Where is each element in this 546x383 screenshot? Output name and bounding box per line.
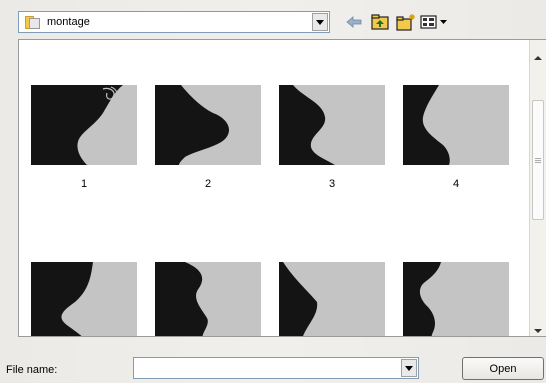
open-button[interactable]: Open <box>462 357 544 380</box>
thumbnail-label-3: 3 <box>328 178 336 190</box>
up-one-level-button[interactable] <box>370 12 390 32</box>
edge-profile-8-image <box>403 262 509 336</box>
edge-profile-5-image <box>31 262 137 336</box>
thumbnail-label-2: 2 <box>204 178 212 190</box>
file-list-pane[interactable]: 1 2 3 4 <box>18 39 546 337</box>
file-name-label: File name: <box>6 364 58 376</box>
file-name-combo[interactable] <box>133 357 419 379</box>
scrollbar-thumb[interactable] <box>532 100 544 220</box>
thumbnail-2[interactable] <box>155 85 261 165</box>
thumbnail-7[interactable] <box>279 262 385 336</box>
back-button[interactable] <box>345 12 363 32</box>
edge-profile-4-image <box>403 85 509 165</box>
edge-profile-1-image <box>31 85 137 165</box>
edge-profile-2-image <box>155 85 261 165</box>
look-in-folder-name: montage <box>47 16 90 28</box>
edge-profile-6-image <box>155 262 261 336</box>
thumbnail-1[interactable] <box>31 85 137 165</box>
folder-icon <box>25 15 41 29</box>
back-arrow-icon <box>346 16 362 28</box>
thumbnail-label-1: 1 <box>80 178 88 190</box>
scroll-down-icon[interactable] <box>534 329 542 333</box>
look-in-dropdown-arrow-icon[interactable] <box>312 13 328 31</box>
thumbnail-label-4: 4 <box>452 178 460 190</box>
thumbnail-4[interactable] <box>403 85 509 165</box>
file-name-dropdown-arrow-icon[interactable] <box>401 359 417 377</box>
vertical-scrollbar[interactable] <box>529 40 546 336</box>
thumbnail-6[interactable] <box>155 262 261 336</box>
scroll-up-icon[interactable] <box>534 56 542 60</box>
new-folder-icon <box>396 14 415 31</box>
edge-profile-7-image <box>279 262 385 336</box>
thumbnail-8[interactable] <box>403 262 509 336</box>
thumbnail-3[interactable] <box>279 85 385 165</box>
look-in-combo[interactable]: montage <box>18 11 330 33</box>
views-menu-button[interactable] <box>420 12 450 32</box>
thumbnail-5[interactable] <box>31 262 137 336</box>
new-folder-button[interactable] <box>396 12 416 32</box>
file-name-input[interactable] <box>136 360 400 376</box>
edge-profile-3-image <box>279 85 385 165</box>
views-menu-icon <box>420 15 447 29</box>
up-one-level-icon <box>371 14 389 30</box>
